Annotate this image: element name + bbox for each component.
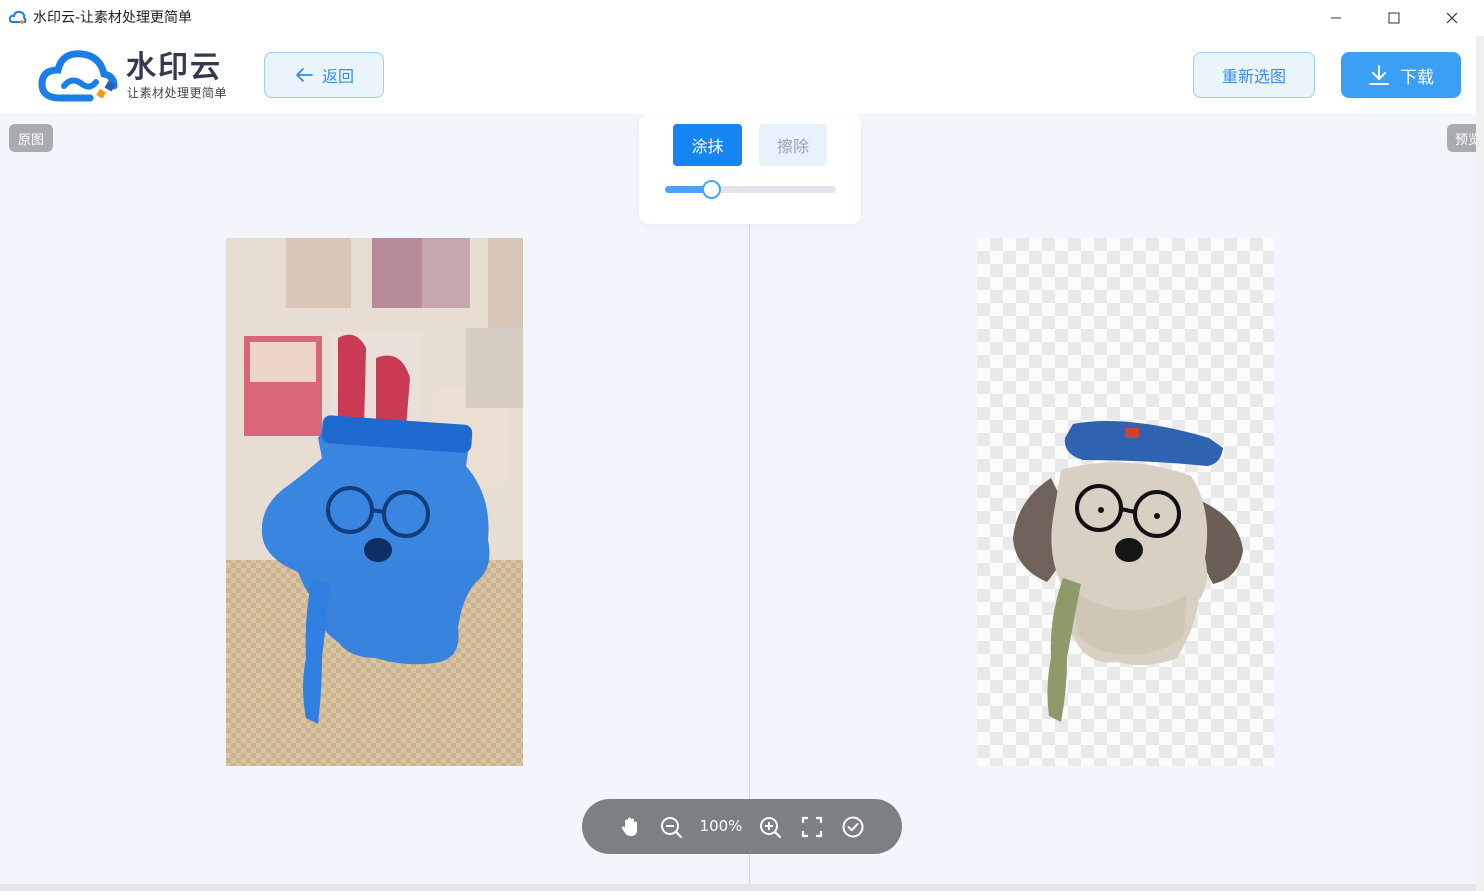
back-button[interactable]: 返回 [264, 52, 384, 98]
logo: 水印云 让素材处理更简单 [38, 46, 238, 104]
original-image-label: 原图 [9, 124, 53, 152]
confirm-button[interactable] [839, 813, 867, 841]
reselect-button-label: 重新选图 [1221, 67, 1286, 86]
zoom-level: 100% [699, 817, 743, 835]
maximize-button[interactable] [1366, 0, 1422, 36]
hand-icon [621, 817, 637, 836]
fullscreen-button[interactable] [798, 813, 826, 841]
back-button-label: 返回 [321, 67, 354, 86]
preview-image-label: 预览 [1447, 124, 1476, 152]
panel-divider [749, 224, 750, 884]
confirm-icon [842, 816, 864, 838]
reselect-image-button[interactable]: 重新选图 [1193, 52, 1315, 98]
smear-mode-button[interactable]: 涂抹 [673, 124, 742, 166]
download-button-label: 下载 [1400, 67, 1434, 88]
arrow-left-icon [296, 68, 313, 82]
preview-image[interactable] [977, 238, 1274, 766]
close-button[interactable] [1424, 0, 1480, 36]
logo-title: 水印云 [126, 50, 222, 85]
zoom-in-button[interactable] [756, 813, 784, 841]
canvas-toolbar: 100% [582, 799, 902, 854]
download-button[interactable]: 下载 [1341, 52, 1461, 98]
download-icon [1369, 65, 1389, 85]
window-title: 水印云-让素材处理更简单 [33, 10, 193, 26]
minimize-button[interactable] [1308, 0, 1364, 36]
logo-subtitle: 让素材处理更简单 [127, 86, 228, 100]
close-icon [1446, 12, 1458, 24]
app-header: 水印云 让素材处理更简单 返回 重新选图 下载 [0, 36, 1476, 114]
window-titlebar: 水印云-让素材处理更简单 [0, 0, 1484, 36]
original-photo [226, 238, 523, 766]
erase-mode-button[interactable]: 擦除 [759, 124, 827, 166]
cutout-preview [1013, 421, 1243, 722]
maximize-icon [1388, 12, 1400, 24]
brush-panel: 涂抹 擦除 [639, 114, 861, 224]
zoom-out-button[interactable] [657, 813, 685, 841]
cloud-app-icon [9, 10, 27, 24]
window-scrollbar[interactable] [1476, 36, 1484, 891]
zoom-out-icon [661, 817, 683, 839]
zoom-in-icon [760, 817, 782, 839]
brush-size-handle[interactable] [702, 180, 722, 199]
original-image[interactable] [226, 238, 523, 766]
cloud-logo-icon [38, 50, 118, 102]
brush-size-slider[interactable] [665, 180, 836, 199]
fullscreen-icon [801, 816, 823, 838]
minimize-icon [1331, 17, 1341, 19]
hand-tool-button[interactable] [616, 813, 644, 841]
status-strip [0, 884, 1476, 891]
